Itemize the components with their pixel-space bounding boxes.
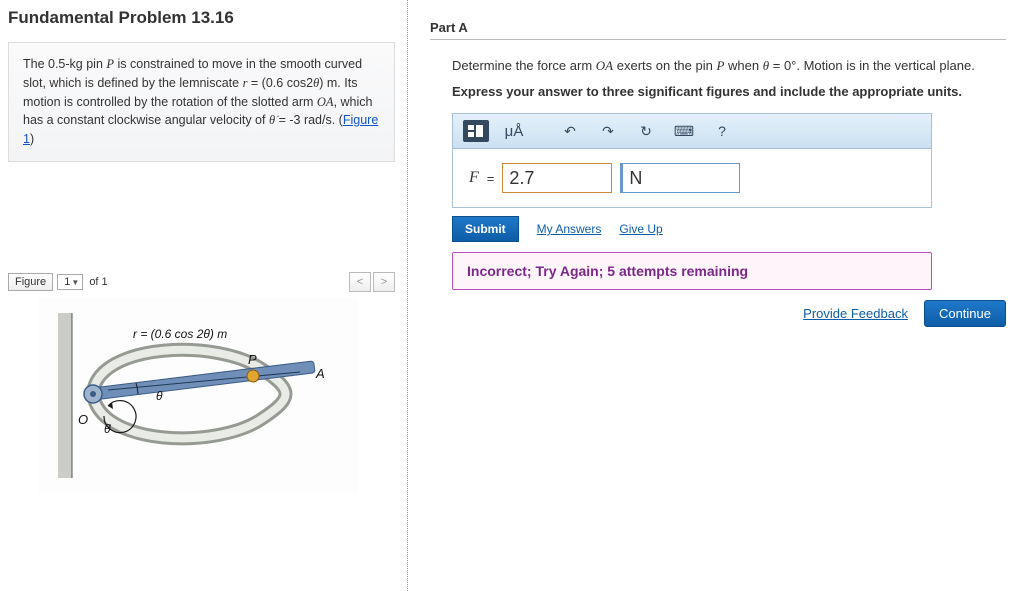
undo-icon[interactable]: ↶ [557,120,583,142]
feedback-message: Incorrect; Try Again; 5 attempts remaini… [452,252,932,290]
help-icon[interactable]: ? [709,120,735,142]
figure-next-button[interactable]: > [373,272,395,292]
continue-button[interactable]: Continue [924,300,1006,327]
part-instruction: Express your answer to three significant… [452,84,1006,99]
redo-icon[interactable]: ↷ [595,120,621,142]
figure-of-text: of 1 [89,276,107,288]
units-tool-button[interactable]: μÅ [501,120,527,142]
diagram-pt-o: O [78,412,88,427]
diagram-pt-p: P [248,352,257,367]
reset-icon[interactable]: ↻ [633,120,659,142]
answer-value-input[interactable] [502,163,612,193]
figure-diagram: r = (0.6 cos 2θ) m P A O θ θ̇ [38,298,358,493]
diagram-thetadot: θ̇ [104,422,112,436]
template-tool-icon[interactable] [463,120,489,142]
diagram-theta: θ [156,389,163,403]
diagram-pt-a: A [315,366,325,381]
problem-title: Fundamental Problem 13.16 [8,8,395,28]
answer-equals: = [487,171,495,186]
give-up-link[interactable]: Give Up [619,222,662,236]
diagram-curve-label: r = (0.6 cos 2θ) m [133,327,227,341]
figure-select[interactable]: 1 [57,274,83,290]
part-prompt: Determine the force arm OA exerts on the… [452,58,1006,74]
answer-unit-input[interactable] [620,163,740,193]
submit-button[interactable]: Submit [452,216,519,242]
problem-description: The 0.5-kg pin P is constrained to move … [8,42,395,162]
part-header: Part A [430,20,1006,40]
answer-toolbar: μÅ ↶ ↷ ↻ ⌨ ? [452,113,932,149]
answer-area: μÅ ↶ ↷ ↻ ⌨ ? F = [452,113,932,208]
keyboard-icon[interactable]: ⌨ [671,120,697,142]
my-answers-link[interactable]: My Answers [537,222,602,236]
answer-variable: F [469,169,479,187]
figure-prev-button[interactable]: < [349,272,371,292]
provide-feedback-link[interactable]: Provide Feedback [803,306,908,321]
figure-label-button[interactable]: Figure [8,273,53,291]
